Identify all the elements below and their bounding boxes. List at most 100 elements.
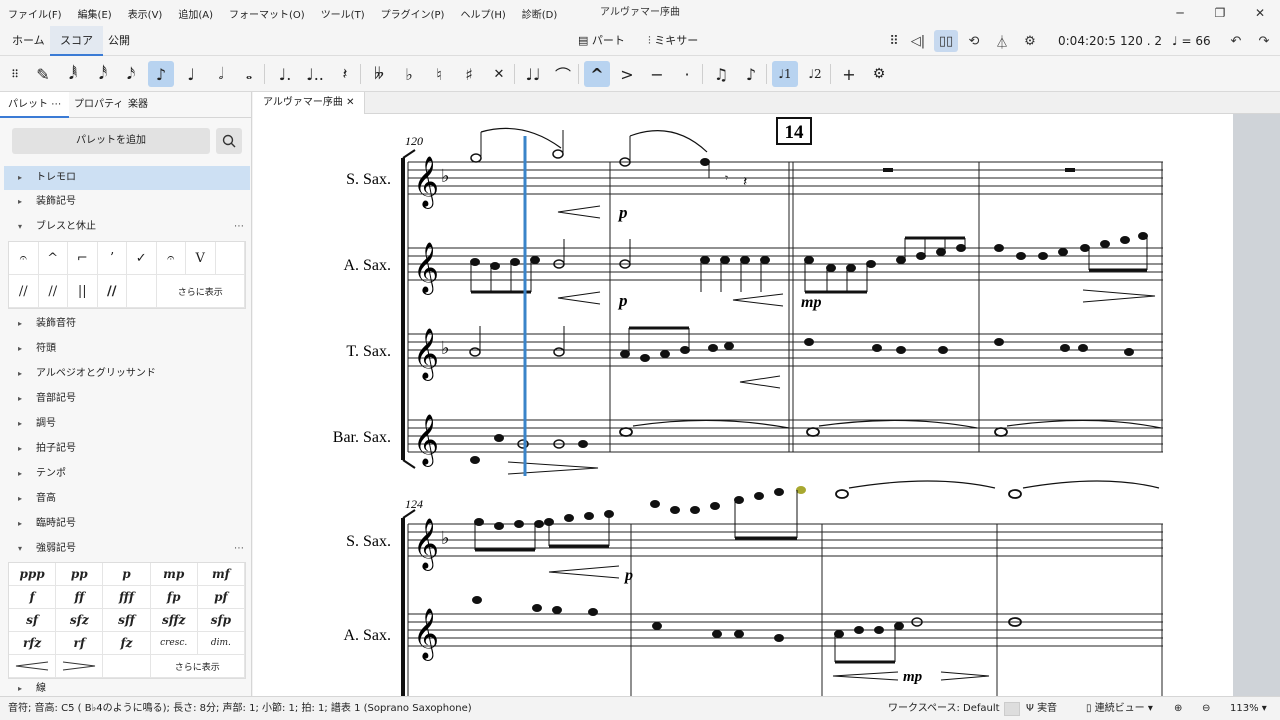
instrument-name[interactable]: A. Sax. xyxy=(343,627,391,644)
customize-toolbar-icon[interactable]: ⚙ xyxy=(866,61,892,87)
notes-soprano[interactable]: 𝄾 𝄽 xyxy=(470,127,1075,219)
palette-cell[interactable]: ppp xyxy=(9,563,57,586)
voice-2-icon[interactable]: ♩2 xyxy=(802,61,828,87)
play-pause-icon[interactable]: ▯▯ xyxy=(934,30,958,52)
tab-publish[interactable]: 公開 xyxy=(98,26,140,56)
double-dot-icon[interactable]: ♩.. xyxy=(302,61,328,87)
diminuendo-hairpin-cell[interactable] xyxy=(56,655,104,678)
dynamic-marking[interactable]: p xyxy=(617,291,628,310)
redo-icon[interactable]: ↷ xyxy=(1252,30,1276,52)
palette-cell[interactable]: ⌐ xyxy=(68,242,98,275)
accent-icon[interactable]: > xyxy=(614,61,640,87)
score-canvas[interactable]: 14 120 S. Sax. A. Sax. T. Sax. Bar. Sax. xyxy=(253,114,1233,696)
64th-note-icon[interactable]: 𝅘𝅥𝅱 xyxy=(60,61,86,87)
palette-cell[interactable]: dim. xyxy=(197,632,245,655)
palette-cell[interactable]: fz xyxy=(103,632,151,655)
voice-1-icon[interactable]: ♩1 xyxy=(772,61,798,87)
palette-cell[interactable]: // xyxy=(38,275,68,308)
eighth-note-icon[interactable]: ♪ xyxy=(148,61,174,87)
instrument-name[interactable]: T. Sax. xyxy=(346,343,391,360)
dynamic-marking[interactable]: p xyxy=(623,567,633,584)
palette-cell[interactable]: || xyxy=(68,275,98,308)
palette-cell[interactable]: V xyxy=(186,242,216,275)
tab-palettes[interactable]: パレット ⋯ xyxy=(0,92,70,118)
32nd-note-icon[interactable]: 𝅘𝅥𝅰 xyxy=(90,61,116,87)
palette-cell[interactable]: f xyxy=(9,586,57,609)
half-note-icon[interactable]: 𝅗𝅥 xyxy=(208,61,234,87)
checkbox[interactable] xyxy=(1004,702,1020,716)
double-flat-icon[interactable]: 𝄫 xyxy=(366,61,392,87)
instrument-name[interactable]: A. Sax. xyxy=(343,257,391,274)
close-icon[interactable]: ✕ xyxy=(1240,0,1280,26)
document-tab[interactable]: アルヴァマー序曲 ✕ xyxy=(253,92,366,114)
menu-help[interactable]: ヘルプ(H) xyxy=(452,6,513,21)
palette-cell[interactable]: pf xyxy=(197,586,245,609)
menu-view[interactable]: 表示(V) xyxy=(120,6,171,21)
palette-item-pitch[interactable]: ▸ 音高 xyxy=(4,487,250,511)
mixer-button[interactable]: ⫶ ミキサー xyxy=(648,30,698,52)
palette-item-noteheads[interactable]: ▸ 符頭 xyxy=(4,337,250,361)
palette-item-tremolo[interactable]: ▸ トレモロ xyxy=(4,166,250,190)
close-tab-icon[interactable]: ✕ xyxy=(346,97,354,108)
notes-tenor[interactable] xyxy=(469,326,1134,389)
notes-soprano-2[interactable] xyxy=(474,480,1160,579)
zoom-in-icon[interactable]: ⊕ xyxy=(1174,697,1182,720)
view-mode-selector[interactable]: ▯ 連続ビュー ▾ xyxy=(1086,697,1153,720)
palette-cell[interactable]: ✓ xyxy=(127,242,157,275)
palette-item-ornaments[interactable]: ▸ 装飾記号 xyxy=(4,190,250,214)
palette-cell[interactable]: ʼ xyxy=(97,242,127,275)
dot-icon[interactable]: ♩. xyxy=(272,61,298,87)
palette-item-breaths[interactable]: ▾ ブレスと休止 ⋯ xyxy=(4,215,250,239)
zoom-out-icon[interactable]: ⊖ xyxy=(1202,697,1210,720)
palette-item-clefs[interactable]: ▸ 音部記号 xyxy=(4,387,250,411)
palette-cell[interactable]: mf xyxy=(197,563,245,586)
staff-alto-sax[interactable] xyxy=(408,247,1163,281)
slur-icon[interactable]: ⌒ xyxy=(550,61,576,87)
more-icon[interactable]: ⋯ xyxy=(234,215,244,239)
marcato-icon[interactable]: ^ xyxy=(584,61,610,87)
parts-button[interactable]: ▤ パート xyxy=(578,30,625,52)
palette-cell[interactable]: sfz xyxy=(56,609,104,632)
instrument-name[interactable]: S. Sax. xyxy=(346,533,391,550)
dynamic-marking[interactable]: p xyxy=(617,203,628,222)
quarter-note-icon[interactable]: ♩ xyxy=(178,61,204,87)
tuplet-icon[interactable]: ♫ xyxy=(708,61,734,87)
menu-add[interactable]: 追加(A) xyxy=(170,6,221,21)
tenuto-icon[interactable]: − xyxy=(644,61,670,87)
palette-cell[interactable]: // xyxy=(97,275,127,308)
palette-cell[interactable]: 𝄐 xyxy=(156,242,186,275)
show-more-button[interactable]: さらに表示 xyxy=(156,275,245,308)
palette-item-tempo[interactable]: ▸ テンポ xyxy=(4,462,250,486)
palette-item-lines[interactable]: ▸ 線 xyxy=(4,682,250,696)
rest-icon[interactable]: 𝄽 xyxy=(332,61,358,87)
tab-home[interactable]: ホーム xyxy=(2,26,55,56)
playback-settings-icon[interactable]: ⚙ xyxy=(1018,30,1042,52)
menu-file[interactable]: ファイル(F) xyxy=(0,6,70,21)
instrument-name[interactable]: S. Sax. xyxy=(346,171,391,188)
palette-cell[interactable]: sff xyxy=(103,609,151,632)
palette-cell[interactable]: rf xyxy=(56,632,104,655)
minimize-icon[interactable]: ─ xyxy=(1160,0,1200,26)
concert-pitch-toggle[interactable]: Ψ 実音 xyxy=(1026,697,1057,720)
tab-instruments[interactable]: 楽器 xyxy=(120,92,156,118)
tab-score[interactable]: スコア xyxy=(50,26,103,56)
palette-item-dynamics[interactable]: ▾ 強弱記号 ⋯ xyxy=(4,537,250,561)
sharp-icon[interactable]: ♯ xyxy=(456,61,482,87)
instrument-name[interactable]: Bar. Sax. xyxy=(333,429,391,446)
add-palette-button[interactable]: パレットを追加 xyxy=(12,128,210,154)
palette-cell[interactable]: p xyxy=(103,563,151,586)
staff-soprano-sax[interactable] xyxy=(408,161,1163,195)
zoom-level[interactable]: 113% ▾ xyxy=(1230,697,1267,720)
palette-item-time-signatures[interactable]: ▸ 拍子記号 xyxy=(4,437,250,461)
palette-cell[interactable]: sf xyxy=(9,609,57,632)
vertical-scrollbar[interactable] xyxy=(1233,114,1280,696)
show-more-button[interactable]: さらに表示 xyxy=(150,655,245,678)
restore-icon[interactable]: ❐ xyxy=(1200,0,1240,26)
metronome-icon[interactable]: ⏃ xyxy=(990,30,1014,52)
palette-cell[interactable]: fp xyxy=(150,586,198,609)
palette-cell[interactable]: pp xyxy=(56,563,104,586)
palette-item-accidentals[interactable]: ▸ 臨時記号 xyxy=(4,512,250,536)
flat-icon[interactable]: ♭ xyxy=(396,61,422,87)
palette-cell[interactable]: ^ xyxy=(38,242,68,275)
staff-alto-sax-2[interactable] xyxy=(408,613,1163,647)
